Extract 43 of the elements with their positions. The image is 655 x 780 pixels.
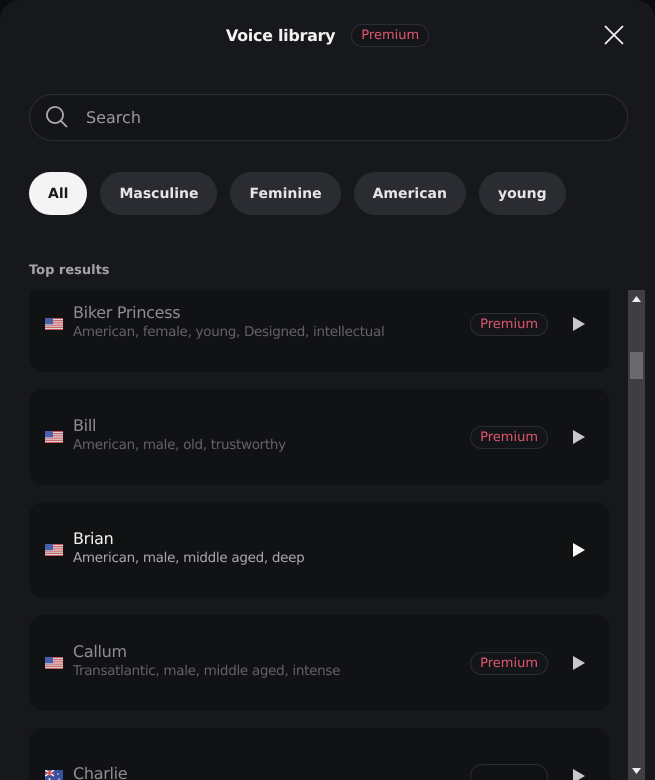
play-icon bbox=[572, 429, 586, 445]
dialog-title: Voice library bbox=[226, 26, 336, 44]
close-icon bbox=[603, 24, 625, 46]
premium-badge: Premium bbox=[470, 312, 548, 336]
play-icon bbox=[572, 316, 586, 332]
voice-description: American, male, old, trustworthy bbox=[73, 436, 287, 452]
search-icon bbox=[45, 105, 69, 129]
play-icon bbox=[572, 768, 586, 780]
voice-card[interactable]: Biker Princess American, female, young, Designed, intellectual Premium bbox=[29, 290, 610, 372]
scrollbar[interactable] bbox=[628, 290, 645, 780]
filter-chip[interactable]: Feminine bbox=[230, 172, 341, 215]
voice-card[interactable]: Brian American, male, middle aged, deep bbox=[29, 502, 610, 598]
filter-chip[interactable]: American bbox=[354, 172, 466, 215]
voice-description: American, female, young, Designed, intellectual bbox=[73, 324, 386, 340]
premium-badge: Premium bbox=[470, 426, 548, 448]
voice-name: Bill bbox=[73, 416, 98, 434]
voice-name: Charlie bbox=[73, 764, 128, 780]
scroll-up-icon bbox=[632, 296, 641, 302]
play-button[interactable] bbox=[572, 768, 586, 780]
premium-badge: Premium bbox=[351, 24, 430, 46]
filter-chip[interactable]: Masculine bbox=[100, 172, 218, 215]
play-button[interactable] bbox=[572, 542, 586, 558]
voice-card[interactable]: Callum Transatlantic, male, middle aged, intense Premium bbox=[29, 615, 610, 711]
filter-chip[interactable]: young bbox=[478, 172, 566, 215]
play-button[interactable] bbox=[572, 655, 586, 671]
play-icon bbox=[572, 542, 586, 558]
voice-card[interactable]: Bill American, male, old, trustworthy Premium bbox=[29, 389, 610, 485]
filter-chip[interactable]: All bbox=[29, 172, 88, 215]
voice-name: Brian bbox=[73, 528, 114, 548]
voice-card[interactable]: Charlie bbox=[29, 728, 610, 780]
voice-name: Callum bbox=[73, 642, 128, 660]
voice-name: Biker Princess bbox=[73, 302, 182, 322]
scroll-down-icon bbox=[632, 768, 641, 774]
close-button[interactable] bbox=[603, 24, 625, 46]
voice-description: Transatlantic, male, middle aged, intense bbox=[73, 662, 342, 678]
section-title: Top results bbox=[29, 263, 111, 279]
premium-badge: Premium bbox=[470, 652, 548, 674]
play-button[interactable] bbox=[572, 429, 586, 445]
scrollbar-thumb[interactable] bbox=[630, 352, 643, 379]
voice-description: American, male, middle aged, deep bbox=[73, 550, 306, 566]
play-button[interactable] bbox=[572, 316, 586, 332]
play-icon bbox=[572, 655, 586, 671]
search-field[interactable]: Search bbox=[29, 94, 628, 141]
